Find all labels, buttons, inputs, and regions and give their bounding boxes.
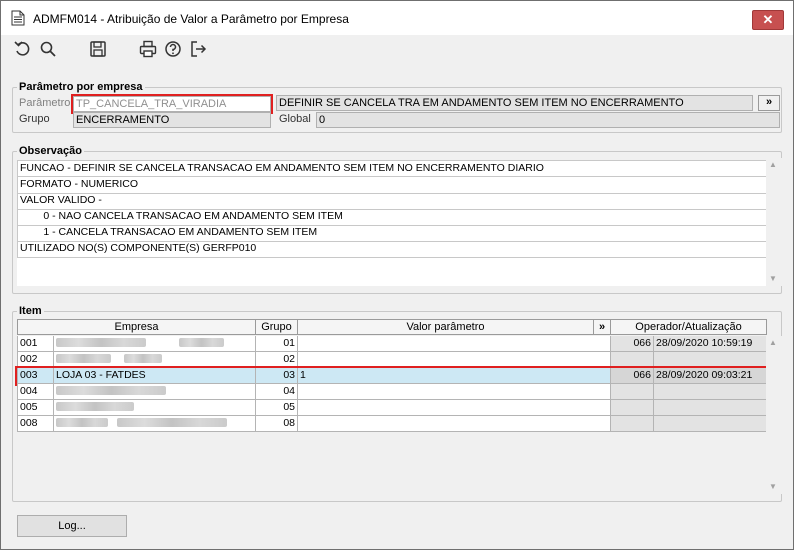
cell-operador (611, 416, 654, 432)
cell-empresa (54, 384, 256, 400)
scroll-down-icon[interactable]: ▼ (769, 274, 777, 283)
cell-empresa (54, 416, 256, 432)
observacao-line: 0 - NAO CANCELA TRANSACAO EM ANDAMENTO S… (17, 209, 767, 226)
print-icon[interactable] (138, 39, 158, 59)
col-header-grupo[interactable]: Grupo (256, 319, 298, 335)
cell-empresa (54, 352, 256, 368)
cell-atualizacao: 28/09/2020 10:59:19 (654, 336, 767, 352)
cell-grupo: 08 (256, 416, 298, 432)
parametro-label: Parâmetro (19, 97, 71, 109)
observacao-line: UTILIZADO NO(S) COMPONENTE(S) GERFP010 (17, 241, 767, 258)
app-window: ADMFM014 - Atribuição de Valor a Parâmet… (0, 0, 794, 550)
item-group-title: Item (17, 305, 44, 318)
cell-valor[interactable] (298, 400, 611, 416)
cell-atualizacao: 28/09/2020 09:03:21 (654, 368, 767, 384)
table-row[interactable]: 002 02 (17, 352, 767, 368)
col-header-more-button[interactable]: » (594, 319, 611, 335)
window-title: ADMFM014 - Atribuição de Valor a Parâmet… (33, 12, 349, 26)
scroll-up-icon[interactable]: ▲ (769, 160, 777, 169)
parametro-field[interactable]: TP_CANCELA_TRA_VIRADIA (71, 94, 273, 114)
cell-grupo: 05 (256, 400, 298, 416)
col-header-operador[interactable]: Operador/Atualização (611, 319, 767, 335)
cell-atualizacao (654, 384, 767, 400)
global-field: 0 (316, 112, 780, 128)
table-row[interactable]: 004 04 (17, 384, 767, 400)
cell-atualizacao (654, 352, 767, 368)
observacao-line: 1 - CANCELA TRANSACAO EM ANDAMENTO SEM I… (17, 225, 767, 242)
item-group: Item Empresa Grupo Valor parâmetro » Ope… (12, 305, 782, 502)
table-row[interactable]: 005 05 (17, 400, 767, 416)
exit-icon[interactable] (188, 39, 208, 59)
observacao-scrollbar[interactable]: ▲ ▼ (766, 158, 782, 286)
help-icon[interactable] (163, 39, 183, 59)
global-label: Global (279, 113, 311, 125)
cell-code: 005 (17, 400, 54, 416)
observacao-list: FUNCAO - DEFINIR SE CANCELA TRANSACAO EM… (17, 160, 767, 286)
log-button[interactable]: Log... (17, 515, 127, 537)
cell-grupo: 04 (256, 384, 298, 400)
grupo-label: Grupo (19, 113, 50, 125)
cell-code: 003 (17, 368, 54, 384)
save-icon[interactable] (88, 39, 108, 59)
observacao-group: Observação FUNCAO - DEFINIR SE CANCELA T… (12, 145, 782, 294)
table-row[interactable]: 008 08 (17, 416, 767, 432)
parametro-group: Parâmetro por empresa Parâmetro TP_CANCE… (12, 81, 782, 133)
observacao-line: VALOR VALIDO - (17, 193, 767, 210)
cell-empresa: LOJA 03 - FATDES (54, 368, 256, 384)
scroll-up-icon[interactable]: ▲ (769, 338, 777, 347)
cell-operador (611, 384, 654, 400)
cell-grupo: 03 (256, 368, 298, 384)
undo-icon[interactable] (13, 39, 33, 59)
parametro-more-button[interactable]: » (758, 95, 780, 111)
cell-operador (611, 352, 654, 368)
cell-operador: 066 (611, 368, 654, 384)
cell-operador (611, 400, 654, 416)
cell-atualizacao (654, 400, 767, 416)
cell-valor[interactable] (298, 336, 611, 352)
cell-valor[interactable] (298, 384, 611, 400)
grupo-field: ENCERRAMENTO (73, 112, 271, 128)
cell-code: 004 (17, 384, 54, 400)
search-icon[interactable] (38, 39, 58, 59)
observacao-line: FUNCAO - DEFINIR SE CANCELA TRANSACAO EM… (17, 160, 767, 177)
col-header-empresa[interactable]: Empresa (17, 319, 256, 335)
cell-atualizacao (654, 416, 767, 432)
col-header-valor[interactable]: Valor parâmetro (298, 319, 594, 335)
cell-grupo: 02 (256, 352, 298, 368)
cell-code: 008 (17, 416, 54, 432)
document-icon (11, 10, 25, 26)
cell-valor[interactable]: 1 (298, 368, 611, 384)
cell-empresa (54, 336, 256, 352)
parametro-descricao-field: DEFINIR SE CANCELA TRA EM ANDAMENTO SEM … (276, 95, 753, 111)
cell-code: 001 (17, 336, 54, 352)
parametro-group-title: Parâmetro por empresa (17, 81, 145, 94)
close-button[interactable]: ✕ (752, 10, 784, 30)
table-row[interactable]: 001 01 066 28/09/2020 10:59:19 (17, 336, 767, 352)
item-scrollbar[interactable]: ▲ ▼ (766, 336, 782, 494)
title-bar: ADMFM014 - Atribuição de Valor a Parâmet… (1, 1, 793, 35)
scroll-down-icon[interactable]: ▼ (769, 482, 777, 491)
observacao-line: FORMATO - NUMERICO (17, 177, 767, 194)
observacao-group-title: Observação (17, 145, 84, 158)
cell-valor[interactable] (298, 416, 611, 432)
cell-code: 002 (17, 352, 54, 368)
cell-valor[interactable] (298, 352, 611, 368)
cell-empresa (54, 400, 256, 416)
cell-operador: 066 (611, 336, 654, 352)
cell-grupo: 01 (256, 336, 298, 352)
table-row-selected[interactable]: 003 LOJA 03 - FATDES 03 1 066 28/09/2020… (15, 366, 769, 386)
item-grid: Empresa Grupo Valor parâmetro » Operador… (15, 319, 769, 494)
